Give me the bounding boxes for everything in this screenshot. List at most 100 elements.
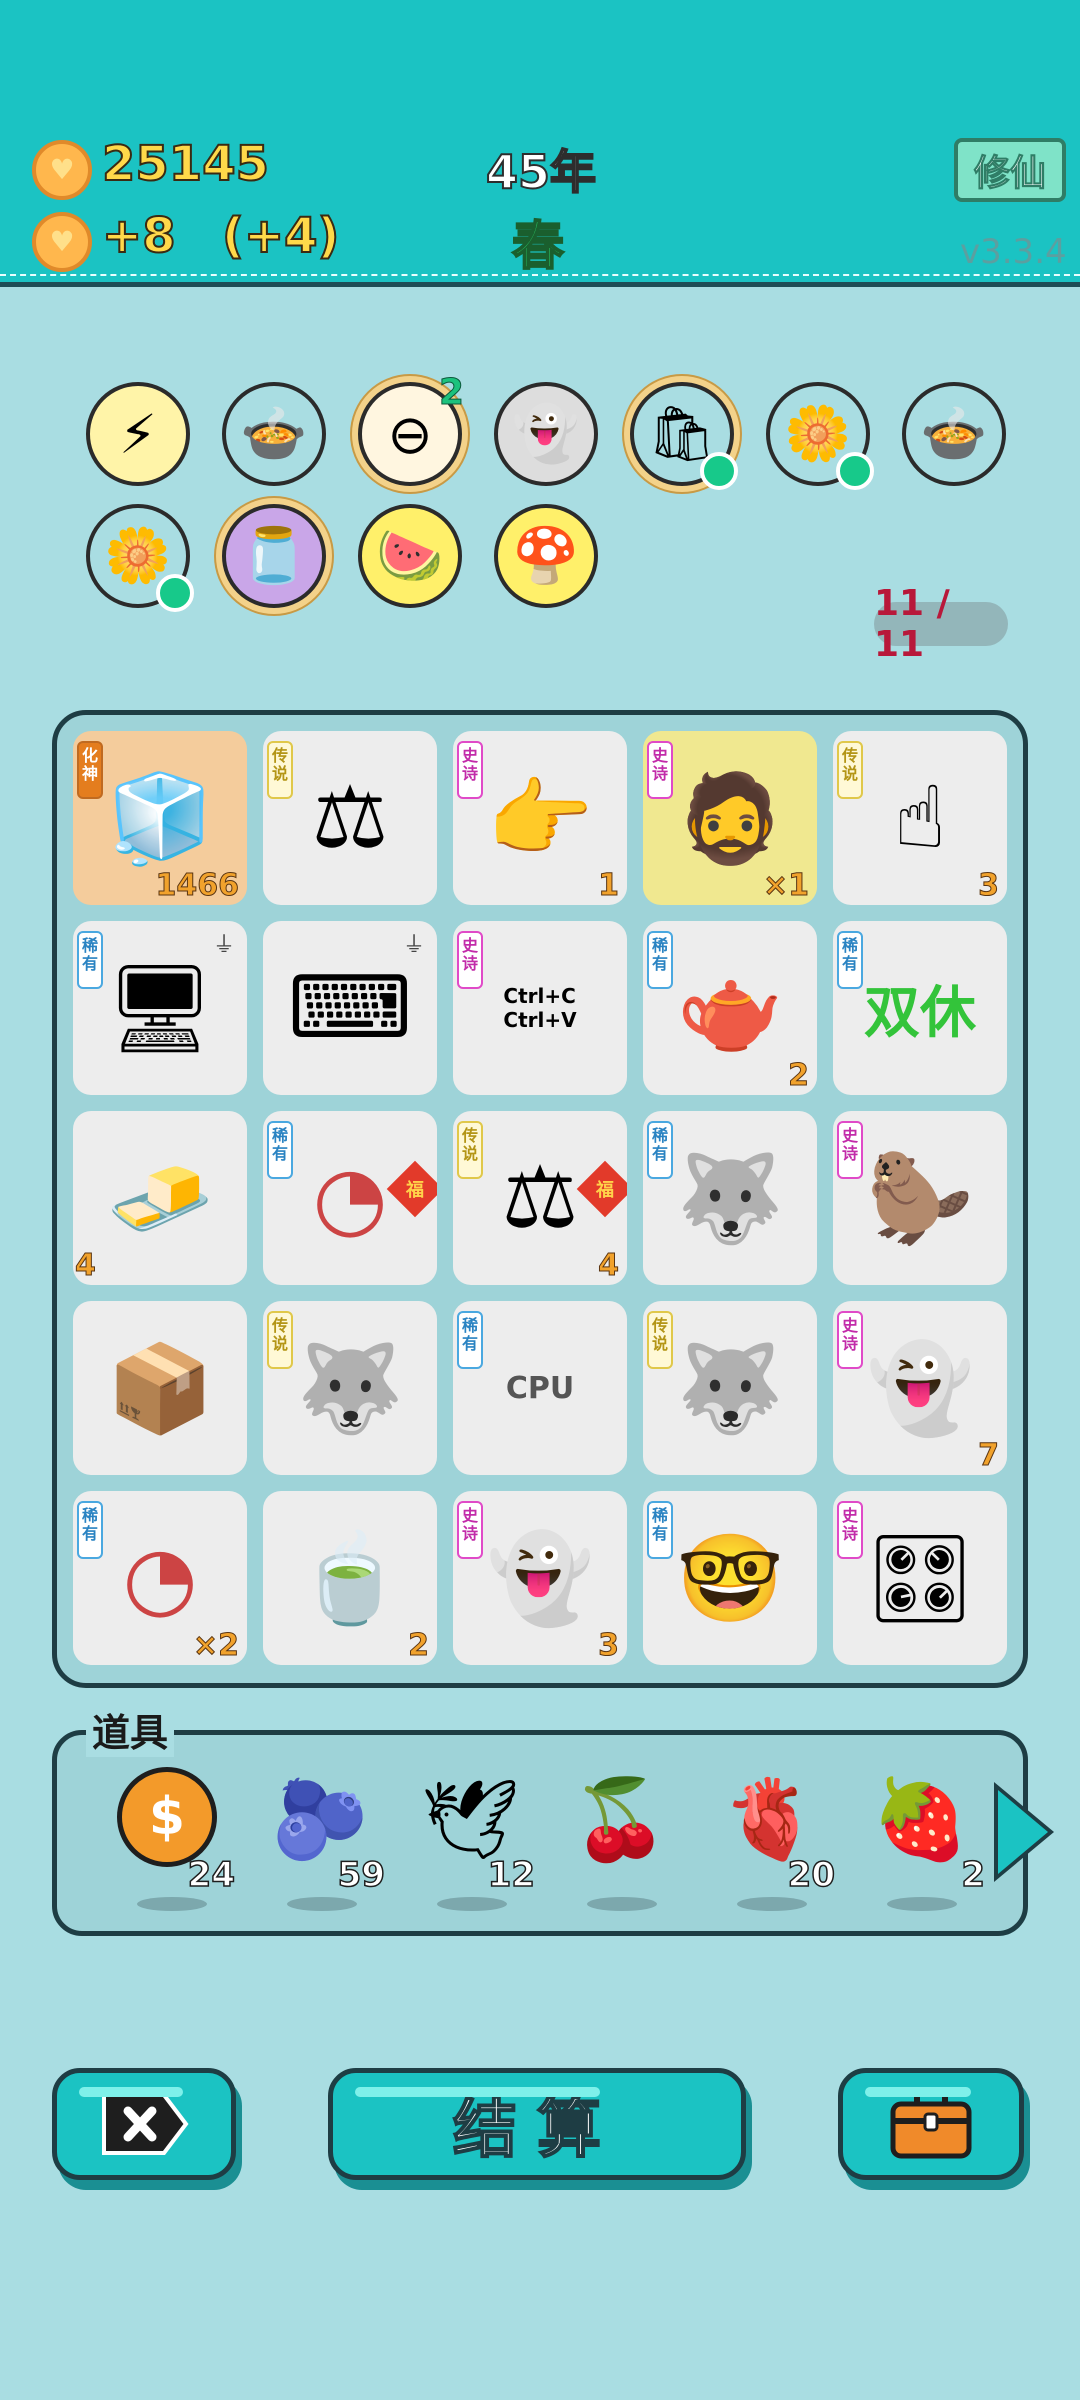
xiuxian-button[interactable]: 修仙 xyxy=(954,138,1066,202)
board-cell[interactable]: CPU 稀有 xyxy=(453,1301,627,1475)
rarity-badge: 稀有 xyxy=(837,931,863,989)
buff-minus-slot[interactable]: ⊖ 2 xyxy=(358,372,465,486)
item-count: 12 xyxy=(487,1854,536,1896)
item-shadow xyxy=(137,1897,207,1911)
coin-icon: ♥ xyxy=(32,140,92,200)
buff-ghost-slot[interactable]: 👻 xyxy=(494,382,598,486)
item-shadow xyxy=(737,1897,807,1911)
items-next-arrow[interactable] xyxy=(998,1790,1048,1874)
jar-icon: 🫙 xyxy=(240,524,308,587)
header-divider xyxy=(0,274,1080,276)
item-shadow xyxy=(887,1897,957,1911)
board-cell[interactable]: 🧔 史诗 ×1 xyxy=(643,731,817,905)
item-count: 24 xyxy=(187,1854,236,1896)
buff-flower-pot-slot[interactable]: 🌼 xyxy=(766,382,874,490)
board-cell[interactable]: 🤓 稀有 xyxy=(643,1491,817,1665)
rarity-badge: 史诗 xyxy=(647,741,673,799)
item-slot[interactable]: 🍓 2 xyxy=(855,1765,986,1911)
board-cell[interactable]: 👻 史诗 3 xyxy=(453,1491,627,1665)
item-quantity: ×1 xyxy=(762,868,809,904)
board-cell[interactable]: ⌨ ⏚ xyxy=(263,921,437,1095)
season-label: 春 xyxy=(511,216,565,278)
item-slot[interactable]: 🕊 12 xyxy=(405,1765,536,1911)
rarity-badge: 史诗 xyxy=(837,1501,863,1559)
button-highlight xyxy=(355,2087,600,2097)
board-cell[interactable]: 👻 史诗 7 xyxy=(833,1301,1007,1475)
coin-count: 25145 xyxy=(101,135,270,193)
item-count: 2 xyxy=(961,1854,986,1896)
item-quantity: ×2 xyxy=(192,1628,239,1664)
item-slot[interactable]: 🫀 20 xyxy=(705,1765,836,1911)
board-cell[interactable]: 🍵 2 xyxy=(263,1491,437,1665)
rarity-badge: 稀有 xyxy=(77,1501,103,1559)
item-slot[interactable]: $24 xyxy=(105,1765,236,1911)
usb-plug-icon: ⏚ xyxy=(212,933,235,958)
item-board: 🧊 化神 1466 ⚖ 传说 👉 史诗 1 🧔 史诗 ×1 ☝ 传说 3 🖥 稀有 ⏚ ⌨ ⏚ Ctrl+C Ctrl… xyxy=(52,710,1028,1688)
board-cell[interactable]: 🐺 传说 xyxy=(263,1301,437,1475)
board-cell[interactable]: ☝ 传说 3 xyxy=(833,731,1007,905)
buff-pot-duck-slot[interactable]: 🍲 xyxy=(222,382,326,486)
fu-charm-label: 福 xyxy=(406,1180,424,1201)
item-quantity: 3 xyxy=(978,868,1000,904)
backpack-button[interactable] xyxy=(838,2068,1024,2180)
lychee-icon: 🍒 xyxy=(571,1774,669,1865)
buff-pot-duck-slot[interactable]: 🍲 xyxy=(902,382,1006,486)
board-cell[interactable]: 🎛 史诗 xyxy=(833,1491,1007,1665)
rarity-badge: 史诗 xyxy=(837,1311,863,1369)
buff-lightning-slot[interactable]: ⚡ xyxy=(86,382,190,486)
buff-fruit-basket-slot[interactable]: 🍉 xyxy=(358,504,462,608)
buff-mushroom-slot[interactable]: 🍄 xyxy=(494,504,598,608)
rarity-badge: 传说 xyxy=(267,741,293,799)
board-cell[interactable]: 🫖 稀有 2 xyxy=(643,921,817,1095)
usb-plug-icon: ⏚ xyxy=(402,933,425,958)
buff-flower-pot-slot[interactable]: 🌼 xyxy=(86,504,194,612)
active-dot xyxy=(156,574,194,612)
board-cell[interactable]: 🐺 稀有 xyxy=(643,1111,817,1285)
board-cell[interactable]: 🧈 4 xyxy=(73,1111,247,1285)
board-cell[interactable]: ◔ 稀有福 xyxy=(263,1111,437,1285)
rarity-badge: 稀有 xyxy=(647,1501,673,1559)
board-cell[interactable]: 🦫 史诗 xyxy=(833,1111,1007,1285)
active-dot xyxy=(700,452,738,490)
rarity-badge: 传说 xyxy=(647,1311,673,1369)
rarity-badge: 史诗 xyxy=(457,741,483,799)
version-label: v3.3.4 xyxy=(960,232,1067,272)
board-cell[interactable]: 📦 xyxy=(73,1301,247,1475)
item-count: 20 xyxy=(787,1854,836,1896)
board-cell[interactable]: 🐺 传说 xyxy=(643,1301,817,1475)
item-count: 59 xyxy=(337,1854,386,1896)
item-quantity: 7 xyxy=(978,1438,1000,1474)
board-cell[interactable]: Ctrl+C Ctrl+V 史诗 xyxy=(453,921,627,1095)
dollar-coin-icon: $ xyxy=(117,1767,217,1867)
settle-button[interactable]: 结算 xyxy=(328,2068,746,2180)
buff-stack-count: 2 xyxy=(438,372,464,414)
board-cell[interactable]: ⚖ 传说福 4 xyxy=(453,1111,627,1285)
board-cell[interactable]: 🧊 化神 1466 xyxy=(73,731,247,905)
board-cell[interactable]: 双休 稀有 xyxy=(833,921,1007,1095)
item-quantity: 2 xyxy=(408,1628,430,1664)
rarity-badge: 传说 xyxy=(837,741,863,799)
buff-jar-slot[interactable]: 🫙 xyxy=(222,504,326,608)
fruit-basket-icon: 🍉 xyxy=(376,524,444,587)
item-shadow xyxy=(587,1897,657,1911)
gold-bars-icon: 🧈 xyxy=(106,1148,214,1249)
rarity-badge: 稀有 xyxy=(647,1121,673,1179)
year-label: 45年 xyxy=(485,144,597,200)
board-cell[interactable]: 👉 史诗 1 xyxy=(453,731,627,905)
item-quantity: 3 xyxy=(598,1628,620,1664)
slot-counter: 11 / 11 xyxy=(874,583,1008,665)
board-cell[interactable]: ⚖ 传说 xyxy=(263,731,437,905)
item-slot[interactable]: 🍒 xyxy=(555,1765,685,1911)
item-quantity: 2 xyxy=(788,1058,810,1094)
board-cell[interactable]: ◔ 稀有 ×2 xyxy=(73,1491,247,1665)
board-cell[interactable]: 🖥 稀有 ⏚ xyxy=(73,921,247,1095)
delete-button[interactable] xyxy=(52,2068,236,2180)
lightning-icon: ⚡ xyxy=(119,402,157,466)
rarity-badge: 化神 xyxy=(77,741,103,799)
rarity-badge: 稀有 xyxy=(77,931,103,989)
pot-duck-icon: 🍲 xyxy=(920,402,988,465)
item-quantity: 1 xyxy=(598,868,620,904)
buff-trash-bag-slot[interactable]: 🛍 xyxy=(630,382,738,490)
item-slot[interactable]: 🫐 59 xyxy=(255,1765,386,1911)
mushroom-icon: 🍄 xyxy=(512,524,580,587)
